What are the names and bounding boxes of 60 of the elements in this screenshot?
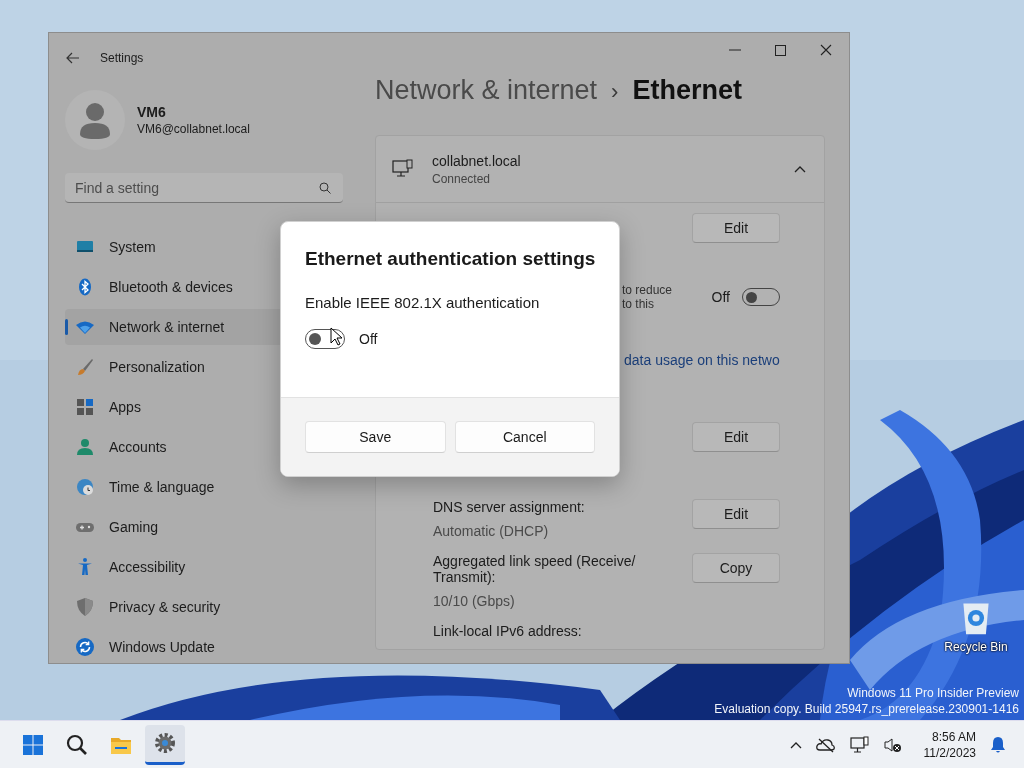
property-label: DNS server assignment: [433, 499, 586, 515]
description-text: to reduce [622, 283, 674, 297]
network-monitor-icon[interactable] [849, 735, 870, 754]
person-icon [75, 437, 95, 457]
dialog-button[interactable]: Save [305, 421, 446, 453]
clock-time[interactable]: 8:56 AM [931, 728, 976, 745]
dialog-title: Ethernet authentication settings [305, 248, 595, 270]
apps-icon [75, 397, 95, 417]
gear-icon [153, 731, 177, 755]
chevron-up-icon[interactable] [789, 740, 802, 749]
refresh-icon [75, 637, 95, 657]
desktop-icon-label[interactable]: Recycle Bin [944, 640, 1008, 654]
brush-icon [75, 357, 95, 377]
edit-button[interactable]: Edit [692, 422, 780, 452]
dialog-button[interactable]: Cancel [454, 421, 595, 453]
toggle-state-label: Off [359, 331, 378, 347]
watermark-text: Evaluation copy. Build 25947.rs_prerelease.230901-1416 [714, 701, 1019, 717]
close-icon[interactable] [820, 44, 832, 56]
option-label: Enable IEEE 802.1X authentication [305, 294, 541, 311]
action-button[interactable]: Edit [692, 499, 780, 529]
nav-item[interactable]: Accessibility [65, 549, 343, 585]
description-text: to this [622, 297, 655, 311]
adapter-name: collabnet.local [432, 152, 522, 169]
toggle-state-label: Off [711, 289, 730, 305]
edit-button[interactable]: Edit [692, 213, 780, 243]
chevron-icon[interactable] [794, 165, 806, 173]
mouse-pointer-icon [330, 327, 342, 346]
maximize-icon[interactable] [775, 44, 786, 56]
property-value: Automatic (DHCP) [433, 523, 550, 539]
search-icon [65, 732, 89, 757]
window-title: Settings [100, 51, 144, 65]
avatar-icon [65, 90, 125, 150]
property-value: 10/10 (Gbps) [433, 593, 516, 609]
computer-network-icon [392, 159, 414, 179]
shield-icon [75, 597, 95, 617]
nav-item[interactable]: Gaming [65, 509, 343, 545]
watermark-text: Windows 11 Pro Insider Preview [847, 685, 1019, 701]
cloud-off-icon[interactable] [815, 736, 836, 753]
page-title: Ethernet [632, 75, 742, 106]
nav-item[interactable]: Time & language [65, 469, 343, 505]
action-button[interactable]: Copy [692, 553, 780, 583]
breadcrumb-parent[interactable]: Network & internet [375, 75, 598, 106]
start-icon [21, 732, 45, 757]
globe-clock-icon [75, 477, 95, 497]
nav-item[interactable]: Privacy & security [65, 589, 343, 625]
nav-item[interactable]: Windows Update [65, 629, 343, 663]
speaker-muted-icon[interactable] [883, 736, 902, 753]
back-arrow-icon[interactable] [66, 52, 80, 64]
property-label: Link-local IPv6 address: [433, 623, 583, 639]
taskbar-app[interactable] [145, 724, 185, 765]
data-limit-link[interactable]: data usage on this netwo [624, 352, 780, 368]
clock-date[interactable]: 11/2/2023 [923, 744, 976, 761]
bell-icon[interactable] [990, 735, 1006, 754]
search-field[interactable]: Find a setting [65, 173, 343, 203]
user-name: VM6 [137, 104, 167, 120]
adapter-status: Connected [432, 171, 492, 186]
search-icon [319, 182, 331, 194]
user-email: VM6@collabnet.local [137, 122, 250, 136]
property-label: Aggregated link speed (Receive/ Transmit): [433, 553, 637, 585]
breadcrumb-separator: › [611, 79, 619, 105]
